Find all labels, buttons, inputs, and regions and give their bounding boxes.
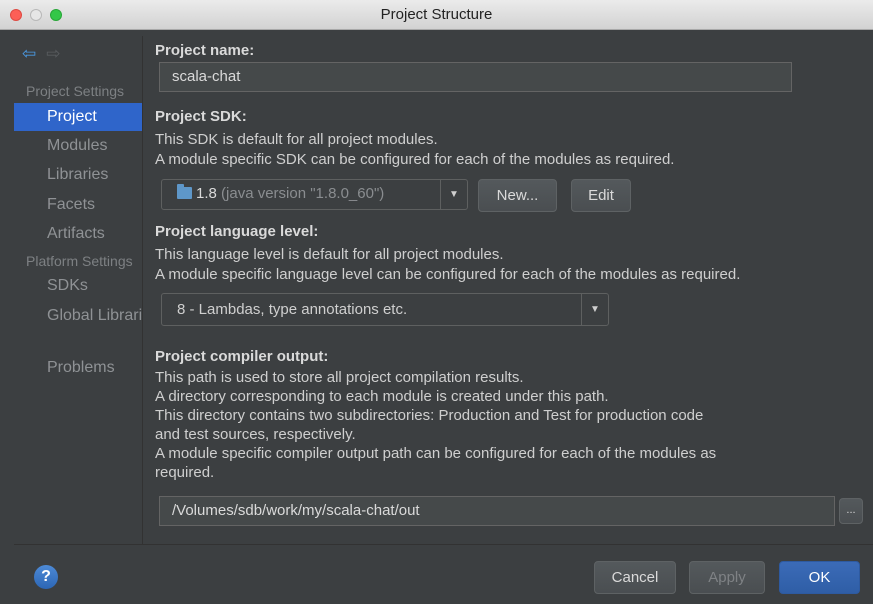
dialog-footer: ? Cancel Apply OK (14, 544, 873, 604)
sidebar-item-modules[interactable]: Modules (14, 132, 142, 160)
section-platform-settings: Platform Settings (26, 253, 133, 269)
edit-sdk-button[interactable]: Edit (571, 179, 631, 212)
sidebar-item-problems[interactable]: Problems (14, 354, 142, 382)
compiler-output-desc-3: This directory contains two subdirectori… (155, 407, 704, 424)
project-sdk-label: Project SDK: (155, 108, 247, 125)
sdk-select[interactable]: 1.8 (java version "1.8.0_60") ▼ (161, 179, 468, 210)
sdk-select-value: 1.8 (java version "1.8.0_60") (177, 184, 385, 202)
chevron-down-icon[interactable]: ▼ (581, 294, 608, 325)
back-arrow-icon[interactable]: ⇦ (22, 44, 36, 63)
compiler-output-desc-2: A directory corresponding to each module… (155, 388, 609, 405)
sidebar-item-project[interactable]: Project (14, 103, 142, 131)
project-name-input[interactable]: scala-chat (159, 62, 792, 92)
sdk-folder-icon (177, 184, 192, 199)
language-level-select[interactable]: 8 - Lambdas, type annotations etc. ▼ (161, 293, 609, 326)
project-name-label: Project name: (155, 42, 255, 59)
language-level-desc-1: This language level is default for all p… (155, 246, 504, 263)
chevron-down-icon[interactable]: ▼ (440, 180, 467, 209)
title-bar: Project Structure (0, 0, 873, 30)
nav-arrows: ⇦ ⇨ (22, 44, 61, 64)
compiler-output-desc-4: and test sources, respectively. (155, 426, 356, 443)
project-settings-panel: Project name: scala-chat Project SDK: Th… (142, 36, 873, 544)
compiler-output-desc-5: A module specific compiler output path c… (155, 445, 717, 462)
section-project-settings: Project Settings (26, 83, 125, 99)
sdk-detail: (java version "1.8.0_60") (221, 185, 385, 202)
sidebar-item-libraries[interactable]: Libraries (14, 161, 142, 189)
sidebar-item-global-libraries[interactable]: Global Libraries (14, 302, 142, 330)
compiler-output-desc-6: required. (155, 464, 215, 481)
compiler-output-path-input[interactable]: /Volumes/sdb/work/my/scala-chat/out (159, 496, 835, 526)
compiler-output-label: Project compiler output: (155, 348, 329, 365)
window-title: Project Structure (380, 6, 493, 23)
project-sdk-desc-1: This SDK is default for all project modu… (155, 131, 438, 148)
language-level-label: Project language level: (155, 223, 319, 240)
cancel-button[interactable]: Cancel (594, 561, 676, 594)
sidebar-item-facets[interactable]: Facets (14, 191, 142, 219)
language-level-value: 8 - Lambdas, type annotations etc. (177, 301, 408, 318)
help-icon[interactable]: ? (34, 565, 58, 589)
new-sdk-button[interactable]: New... (478, 179, 557, 212)
ok-button[interactable]: OK (779, 561, 860, 594)
sidebar: ⇦ ⇨ Project Settings Project Modules Libr… (14, 36, 143, 544)
browse-path-button[interactable]: ... (839, 498, 863, 524)
project-sdk-desc-2: A module specific SDK can be configured … (155, 151, 675, 168)
sdk-version: 1.8 (196, 185, 217, 202)
sidebar-item-artifacts[interactable]: Artifacts (14, 220, 142, 248)
apply-button[interactable]: Apply (689, 561, 765, 594)
forward-arrow-icon[interactable]: ⇨ (46, 44, 60, 63)
sidebar-item-sdks[interactable]: SDKs (14, 272, 142, 300)
compiler-output-desc-1: This path is used to store all project c… (155, 369, 524, 386)
language-level-desc-2: A module specific language level can be … (155, 266, 741, 283)
